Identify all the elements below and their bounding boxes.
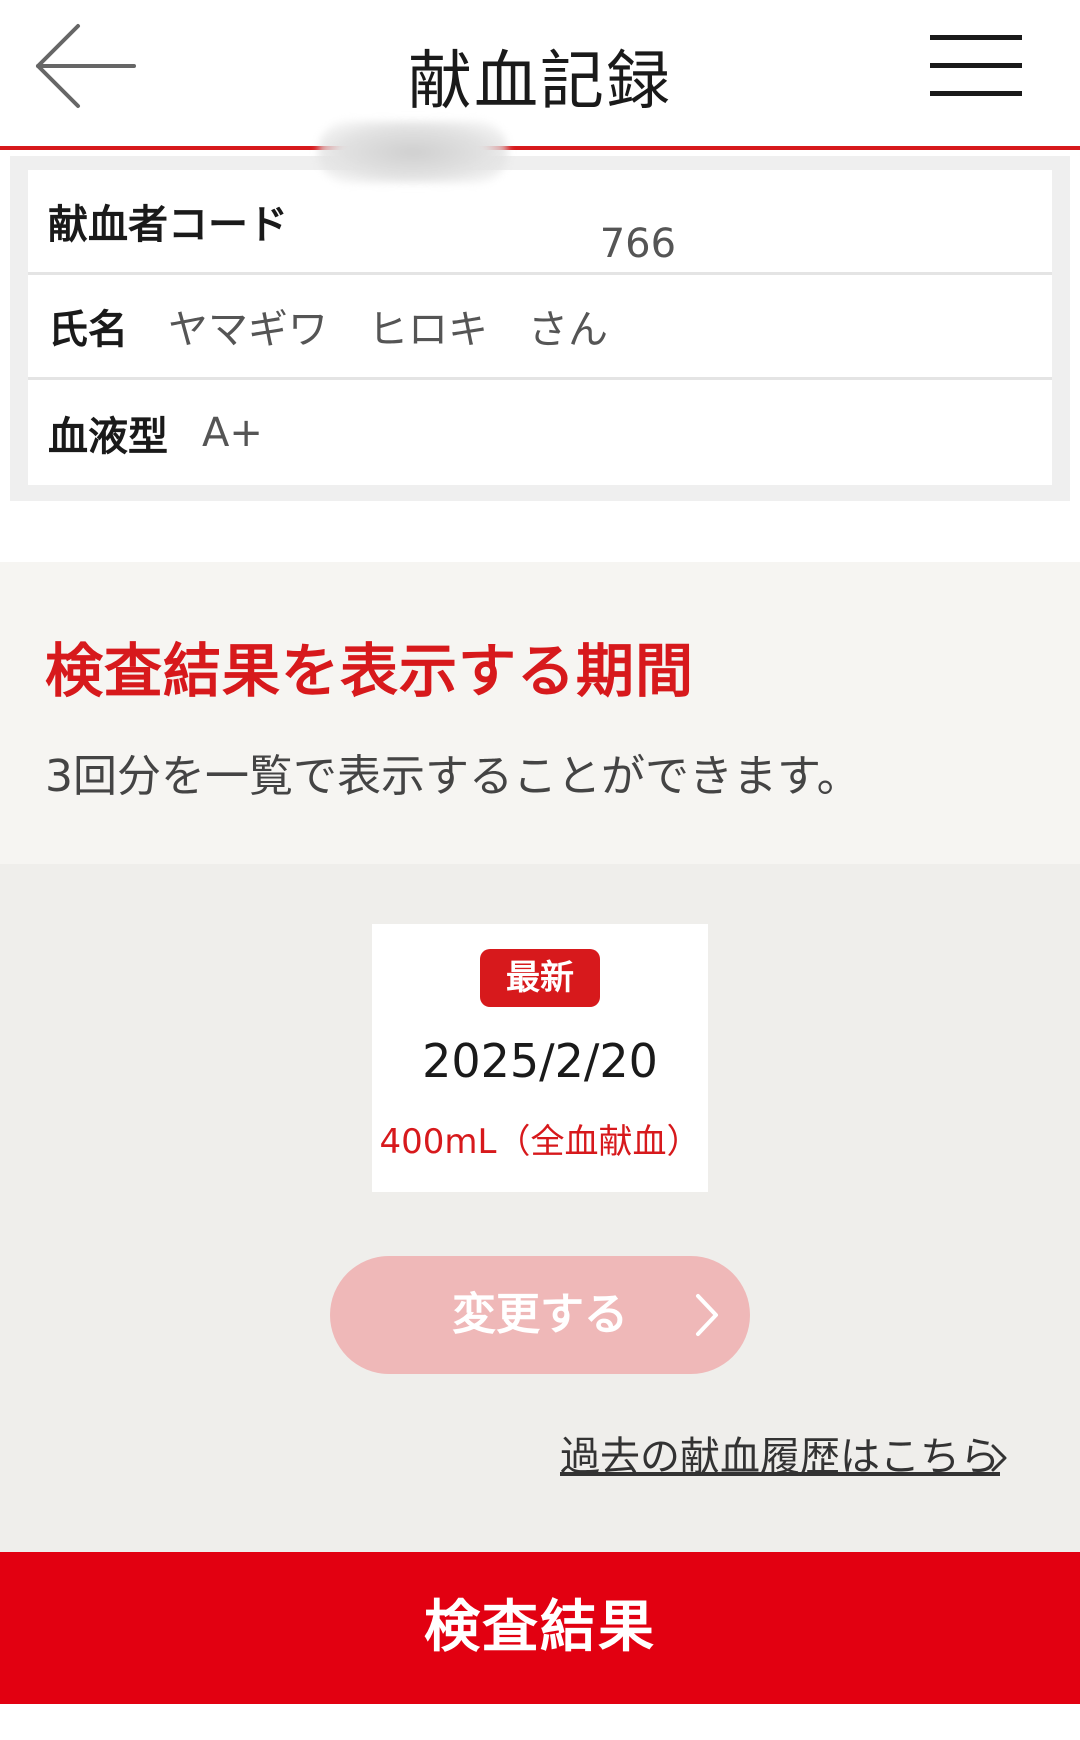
donor-name-label: 氏名 bbox=[48, 307, 128, 353]
change-button-label: 変更する bbox=[452, 1289, 628, 1340]
latest-badge: 最新 bbox=[480, 949, 600, 1007]
redaction-blur bbox=[318, 121, 508, 183]
donor-name-value: ヤマギワ ヒロキ さん bbox=[168, 307, 608, 353]
donor-name-row: 氏名 ヤマギワ ヒロキ さん bbox=[28, 275, 1052, 380]
app-header: 献血記録 bbox=[0, 0, 1080, 150]
test-results-button[interactable]: 検査結果 bbox=[0, 1552, 1080, 1704]
period-description: 3回分を一覧で表示することができます。 bbox=[45, 751, 861, 802]
period-title: 検査結果を表示する期間 bbox=[45, 637, 695, 705]
bottom-spacer bbox=[0, 1704, 1080, 1740]
period-section: 検査結果を表示する期間 3回分を一覧で表示することができます。 bbox=[0, 562, 1080, 864]
donor-code-label: 献血者コード bbox=[48, 202, 288, 248]
result-selection-area: 最新 2025/2/20 400mL（全血献血） 変更する 過去の献血履歴はこち… bbox=[0, 864, 1080, 1552]
past-history-link[interactable]: 過去の献血履歴はこちら bbox=[560, 1424, 1000, 1482]
donor-info-card: 献血者コード 766 氏名 ヤマギワ ヒロキ さん 血液型 A+ bbox=[28, 121, 1052, 485]
page-title: 献血記録 bbox=[408, 45, 672, 119]
chevron-right-icon bbox=[991, 1444, 1007, 1472]
result-date-card[interactable]: 最新 2025/2/20 400mL（全血献血） bbox=[372, 924, 708, 1192]
chevron-right-icon bbox=[696, 1294, 718, 1336]
change-button[interactable]: 変更する bbox=[330, 1256, 750, 1374]
donor-code-row: 献血者コード 766 bbox=[28, 121, 1052, 275]
donation-date: 2025/2/20 bbox=[422, 1034, 658, 1088]
hamburger-menu-icon[interactable] bbox=[930, 35, 1022, 97]
donor-info-section: 献血者コード 766 氏名 ヤマギワ ヒロキ さん 血液型 A+ bbox=[10, 121, 1070, 501]
blood-type-row: 血液型 A+ bbox=[28, 380, 1052, 485]
blood-type-value: A+ bbox=[202, 409, 263, 456]
donation-volume: 400mL（全血献血） bbox=[379, 1122, 701, 1162]
blood-type-label: 血液型 bbox=[48, 413, 168, 460]
